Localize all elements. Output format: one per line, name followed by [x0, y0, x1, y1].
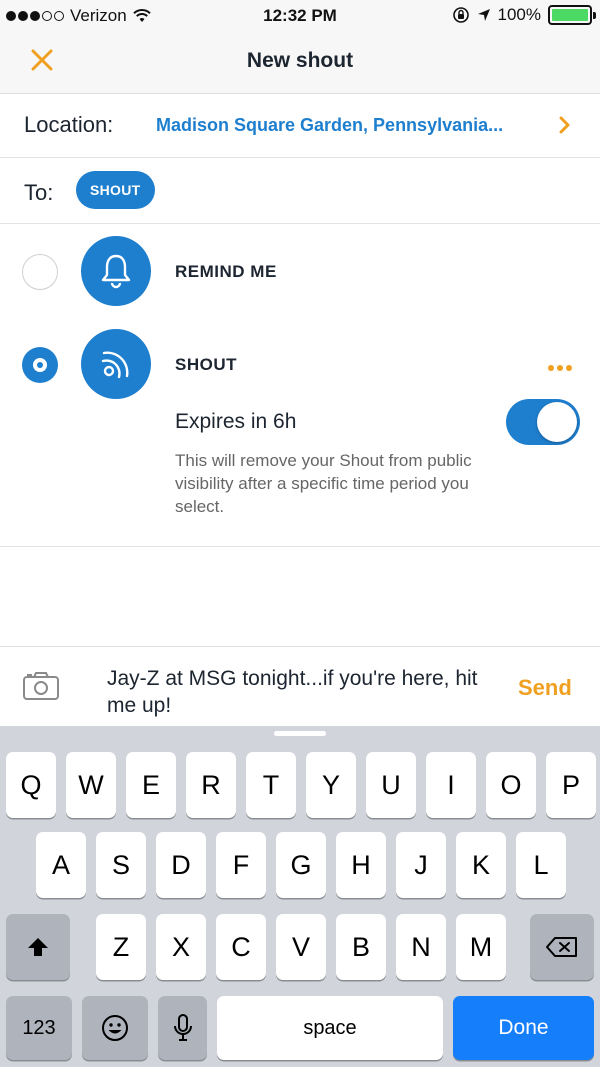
backspace-key[interactable] [530, 914, 594, 980]
key-l[interactable]: L [516, 832, 566, 898]
recipient-row: To: SHOUT [0, 158, 600, 224]
backspace-icon [546, 937, 577, 957]
key-i[interactable]: I [426, 752, 476, 818]
page-title: New shout [246, 49, 354, 72]
key-e[interactable]: E [126, 752, 176, 818]
expires-toggle[interactable] [506, 399, 580, 445]
key-f[interactable]: F [216, 832, 266, 898]
key-k[interactable]: K [456, 832, 506, 898]
key-q[interactable]: Q [6, 752, 56, 818]
message-input[interactable]: Jay-Z at MSG tonight...if you're here, h… [107, 665, 487, 719]
location-row[interactable]: Location: Madison Square Garden, Pennsyl… [0, 94, 600, 158]
to-label: To: [24, 180, 54, 205]
orientation-lock-icon [452, 7, 469, 23]
emoji-icon [102, 1015, 128, 1041]
key-v[interactable]: V [276, 914, 326, 980]
keyboard: QWERTYUIOP ASDFGHJKL ZXCVBNM 123 space D… [0, 726, 600, 1067]
key-d[interactable]: D [156, 832, 206, 898]
space-key[interactable]: space [217, 996, 443, 1060]
navigation-bar: New shout [0, 32, 600, 94]
key-n[interactable]: N [396, 914, 446, 980]
key-h[interactable]: H [336, 832, 386, 898]
key-b[interactable]: B [336, 914, 386, 980]
done-key[interactable]: Done [453, 996, 594, 1060]
key-m[interactable]: M [456, 914, 506, 980]
more-options-icon[interactable] [548, 365, 572, 371]
expires-label: Expires in 6h [175, 410, 297, 433]
key-o[interactable]: O [486, 752, 536, 818]
numbers-key[interactable]: 123 [6, 996, 72, 1060]
key-s[interactable]: S [96, 832, 146, 898]
remind-me-label[interactable]: REMIND ME [175, 262, 277, 282]
status-bar: Verizon 12:32 PM 100% [0, 0, 600, 32]
camera-icon[interactable] [22, 671, 60, 701]
shout-radio[interactable] [22, 347, 58, 383]
location-value[interactable]: Madison Square Garden, Pennsylvania... [156, 115, 536, 136]
microphone-icon [173, 1014, 192, 1041]
key-x[interactable]: X [156, 914, 206, 980]
key-p[interactable]: P [546, 752, 596, 818]
shout-label[interactable]: SHOUT [175, 355, 237, 375]
dictation-key[interactable] [158, 996, 207, 1060]
remind-me-radio[interactable] [22, 254, 58, 290]
keyboard-grabber[interactable] [274, 731, 326, 736]
shift-icon [28, 938, 48, 956]
compose-bar: Jay-Z at MSG tonight...if you're here, h… [0, 646, 600, 726]
key-g[interactable]: G [276, 832, 326, 898]
key-w[interactable]: W [66, 752, 116, 818]
key-y[interactable]: Y [306, 752, 356, 818]
battery-percent: 100% [497, 5, 541, 24]
shift-key[interactable] [6, 914, 70, 980]
key-t[interactable]: T [246, 752, 296, 818]
key-j[interactable]: J [396, 832, 446, 898]
chevron-right-icon[interactable] [558, 114, 572, 136]
recipient-pill[interactable]: SHOUT [76, 171, 155, 209]
location-arrow-icon [477, 9, 490, 21]
location-label: Location: [24, 112, 114, 137]
send-button[interactable]: Send [518, 675, 572, 701]
battery-icon [548, 5, 596, 25]
emoji-key[interactable] [82, 996, 148, 1060]
key-z[interactable]: Z [96, 914, 146, 980]
divider [0, 546, 600, 547]
expires-description: This will remove your Shout from public … [175, 451, 472, 516]
key-c[interactable]: C [216, 914, 266, 980]
bell-icon [81, 236, 151, 306]
broadcast-icon [81, 329, 151, 399]
key-a[interactable]: A [36, 832, 86, 898]
key-r[interactable]: R [186, 752, 236, 818]
key-u[interactable]: U [366, 752, 416, 818]
